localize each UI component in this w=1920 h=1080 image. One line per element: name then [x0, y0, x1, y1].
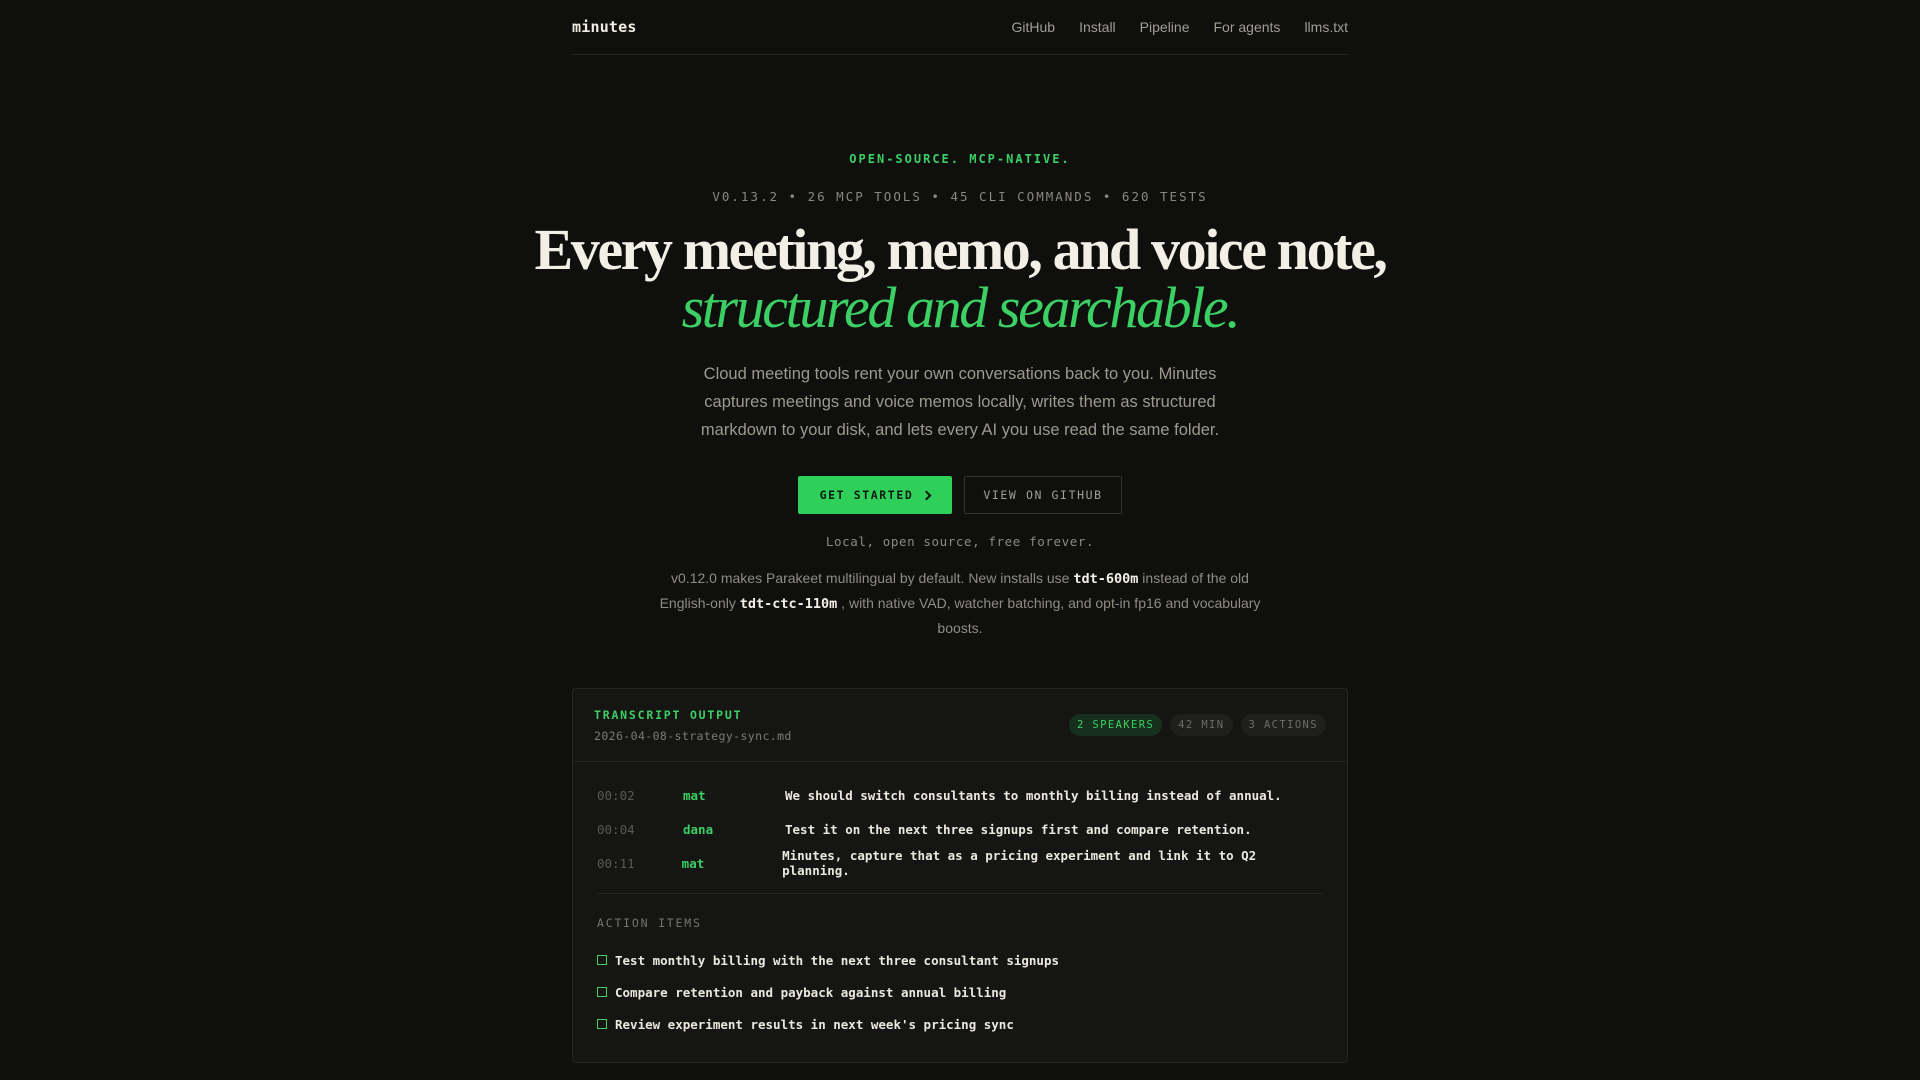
brand-logo[interactable]: minutes [572, 18, 637, 36]
transcript-rows: 00:02 mat We should switch consultants t… [573, 762, 1347, 880]
row-timestamp: 00:04 [597, 821, 635, 837]
get-started-button[interactable]: GET STARTED [798, 476, 952, 514]
transcript-row: 00:04 dana Test it on the next three sig… [597, 812, 1323, 846]
checkbox-icon[interactable] [597, 987, 607, 997]
top-nav: GitHub Install Pipeline For agents llms.… [1012, 19, 1348, 35]
transcript-header: TRANSCRIPT OUTPUT 2026-04-08-strategy-sy… [573, 689, 1347, 762]
nav-pipeline[interactable]: Pipeline [1140, 19, 1190, 35]
action-item-text: Review experiment results in next week's… [615, 1016, 1014, 1032]
nav-github[interactable]: GitHub [1012, 19, 1056, 35]
hero-headline-accent: structured and searchable. [681, 275, 1241, 340]
release-note-text-3: , with native VAD, watcher batching, and… [837, 595, 1261, 636]
release-note-text-1: v0.12.0 makes Parakeet multilingual by d… [671, 570, 1074, 586]
release-note-code-2: tdt-ctc-110m [739, 596, 838, 612]
hero-eyebrow: OPEN-SOURCE. MCP-NATIVE. [849, 152, 1071, 166]
action-item: Test monthly billing with the next three… [597, 944, 1323, 976]
nav-install[interactable]: Install [1079, 19, 1116, 35]
checkbox-icon[interactable] [597, 955, 607, 965]
transcript-badges: 2 SPEAKERS 42 MIN 3 ACTIONS [1068, 714, 1326, 736]
duration-badge: 42 MIN [1170, 714, 1233, 736]
release-note: v0.12.0 makes Parakeet multilingual by d… [645, 566, 1275, 640]
page: minutes GitHub Install Pipeline For agen… [0, 0, 1920, 1080]
row-speaker: dana [683, 821, 714, 837]
transcript-row: 00:11 mat Minutes, capture that as a pri… [597, 846, 1323, 880]
action-item: Compare retention and payback against an… [597, 976, 1323, 1008]
row-text: We should switch consultants to monthly … [785, 787, 1282, 803]
row-timestamp: 00:11 [597, 855, 635, 871]
chevron-right-icon [921, 490, 932, 500]
nav-for-agents[interactable]: For agents [1214, 19, 1281, 35]
action-items-label: ACTION ITEMS [597, 916, 702, 930]
nav-llms-txt[interactable]: llms.txt [1304, 19, 1348, 35]
row-text: Minutes, capture that as a pricing exper… [782, 848, 1257, 878]
release-note-code-1: tdt-600m [1073, 571, 1139, 587]
row-speaker: mat [681, 855, 705, 871]
hero-headline: Every meeting, memo, and voice note, [534, 217, 1387, 282]
row-text: Test it on the next three signups first … [785, 821, 1252, 837]
action-item-text: Test monthly billing with the next three… [615, 952, 1060, 968]
hero-tagline: Local, open source, free forever. [825, 534, 1095, 549]
transcript-filename: 2026-04-08-strategy-sync.md [594, 728, 792, 743]
action-item: Review experiment results in next week's… [597, 1008, 1323, 1040]
get-started-label: GET STARTED [819, 488, 914, 502]
view-on-github-button[interactable]: VIEW ON GITHUB [964, 476, 1122, 514]
speakers-badge: 2 SPEAKERS [1068, 714, 1163, 736]
row-speaker: mat [683, 787, 706, 803]
transcript-title-group: TRANSCRIPT OUTPUT 2026-04-08-strategy-sy… [594, 708, 792, 743]
site-header: minutes GitHub Install Pipeline For agen… [572, 0, 1348, 55]
hero-stats: V0.13.2 • 26 MCP TOOLS • 45 CLI COMMANDS… [712, 189, 1208, 204]
hero-lede: Cloud meeting tools rent your own conver… [700, 365, 1220, 439]
row-timestamp: 00:02 [597, 787, 635, 803]
action-item-text: Compare retention and payback against an… [615, 984, 1007, 1000]
transcript-panel: TRANSCRIPT OUTPUT 2026-04-08-strategy-sy… [572, 688, 1348, 1063]
transcript-title: TRANSCRIPT OUTPUT [594, 707, 743, 722]
actions-badge: 3 ACTIONS [1240, 714, 1326, 736]
checkbox-icon[interactable] [597, 1019, 607, 1029]
transcript-row: 00:02 mat We should switch consultants t… [597, 778, 1323, 812]
action-items-list: Test monthly billing with the next three… [573, 930, 1347, 1040]
